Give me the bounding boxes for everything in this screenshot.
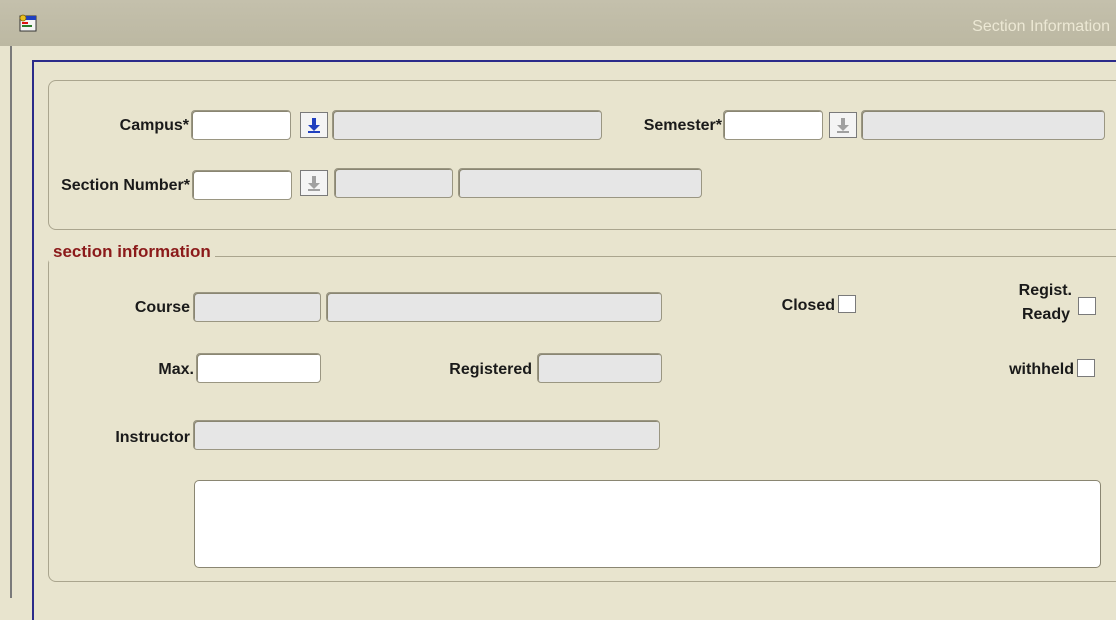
campus-description-field — [332, 110, 602, 140]
notes-textarea[interactable] — [194, 480, 1101, 568]
semester-lov-button[interactable] — [829, 112, 857, 138]
regist-ready-label-line2: Ready — [1021, 306, 1070, 323]
section-number-lov-button[interactable] — [300, 170, 328, 196]
course-code-field — [193, 292, 321, 322]
semester-description-field — [861, 110, 1105, 140]
instructor-field — [193, 420, 660, 450]
semester-label: Semester* — [643, 117, 722, 134]
campus-lov-button[interactable] — [300, 112, 328, 138]
semester-input[interactable] — [723, 110, 823, 140]
course-label: Course — [134, 299, 190, 316]
withheld-checkbox[interactable] — [1077, 359, 1095, 377]
key-block-group — [48, 80, 1116, 230]
window-titlebar: Section Information — [0, 0, 1116, 46]
app-window-icon — [19, 14, 37, 32]
campus-input[interactable] — [191, 110, 291, 140]
window-left-border — [10, 46, 12, 598]
max-input[interactable] — [196, 353, 321, 383]
section-detail-field-1 — [334, 168, 453, 198]
regist-ready-checkbox[interactable] — [1078, 297, 1096, 315]
registered-field — [537, 353, 662, 383]
course-title-field — [326, 292, 662, 322]
down-arrow-icon — [308, 176, 320, 191]
withheld-label: withheld — [1009, 361, 1074, 378]
section-detail-field-2 — [458, 168, 702, 198]
campus-label: Campus* — [119, 117, 189, 134]
max-label: Max. — [158, 361, 194, 378]
section-information-legend: section information — [49, 242, 215, 262]
closed-checkbox[interactable] — [838, 295, 856, 313]
instructor-label: Instructor — [115, 429, 190, 446]
section-number-label: Section Number* — [61, 177, 190, 194]
section-number-input[interactable] — [192, 170, 292, 200]
regist-ready-label-line1: Regist. — [1018, 282, 1072, 299]
window-title: Section Information — [972, 18, 1110, 35]
registered-label: Registered — [449, 361, 532, 378]
closed-label: Closed — [781, 297, 835, 314]
down-arrow-icon — [308, 118, 320, 133]
down-arrow-icon — [837, 118, 849, 133]
